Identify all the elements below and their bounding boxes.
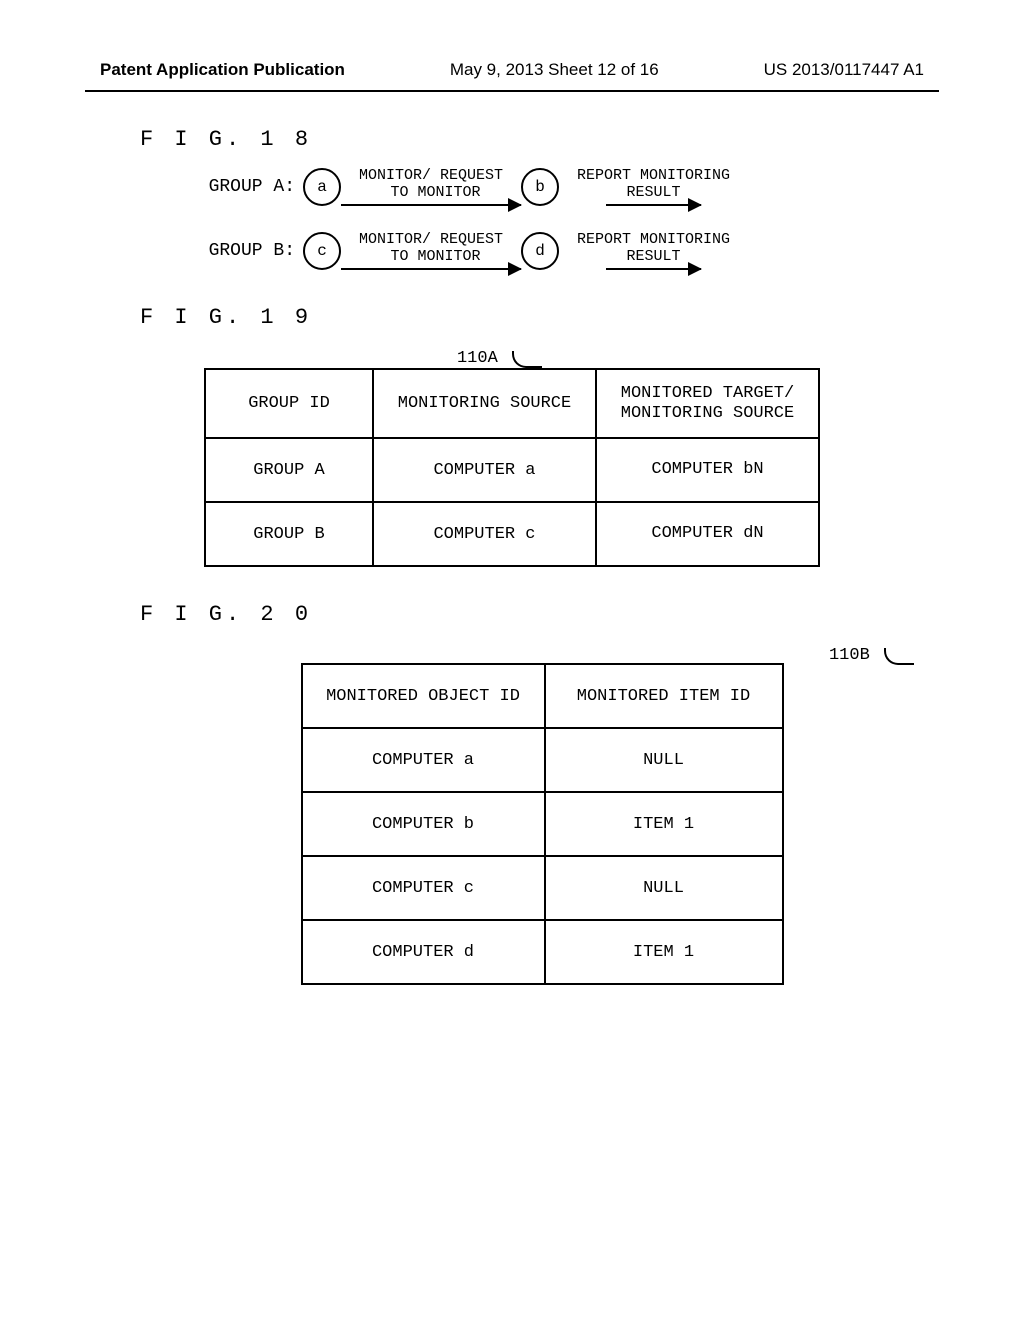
header-rule [85,90,939,92]
cell: GROUP A [205,438,373,502]
node-b: b [521,168,559,206]
fig20-label: F I G. 2 0 [140,602,1024,627]
cell: COMPUTER c [302,856,545,920]
fig19-ref: 110A [457,345,542,368]
group-a-label: GROUP A: [200,177,295,197]
cell: COMPUTER d [302,920,545,984]
arrow-d-out: REPORT MONITORING RESULT [577,231,730,270]
cell: COMPUTER c [373,502,596,566]
cell: COMPUTER bN [596,438,819,502]
arrow-c-to-d: MONITOR/ REQUEST TO MONITOR [341,231,521,270]
arrow-a-label: MONITOR/ REQUEST TO MONITOR [359,167,503,202]
fig19-wrap: 110A GROUP ID MONITORING SOURCE MONITORE… [0,345,1024,567]
fig20-wrap: 110B MONITORED OBJECT ID MONITORED ITEM … [60,642,1024,985]
fig20-h1: MONITORED OBJECT ID [302,664,545,728]
arrow-c-label: MONITOR/ REQUEST TO MONITOR [359,231,503,266]
fig20-ref-text: 110B [829,646,870,665]
cell: ITEM 1 [545,792,783,856]
fig18-label: F I G. 1 8 [140,127,1024,152]
fig20-h2: MONITORED ITEM ID [545,664,783,728]
header-left: Patent Application Publication [100,60,345,80]
cell: NULL [545,856,783,920]
header-right: US 2013/0117447 A1 [764,60,924,80]
page-header: Patent Application Publication May 9, 20… [0,0,1024,90]
fig19-h1: GROUP ID [205,369,373,438]
cell: GROUP B [205,502,373,566]
fig18-row-b: GROUP B: c MONITOR/ REQUEST TO MONITOR d… [200,231,1024,270]
fig19-label: F I G. 1 9 [140,305,1024,330]
cell: ITEM 1 [545,920,783,984]
node-c: c [303,232,341,270]
group-b-label: GROUP B: [200,241,295,261]
cell: COMPUTER a [373,438,596,502]
fig18-diagram: GROUP A: a MONITOR/ REQUEST TO MONITOR b… [200,167,1024,270]
fig20-ref: 110B [829,642,914,665]
arrow-a-to-b: MONITOR/ REQUEST TO MONITOR [341,167,521,206]
table-row: COMPUTER d ITEM 1 [302,920,783,984]
table-row: MONITORED OBJECT ID MONITORED ITEM ID [302,664,783,728]
table-row: COMPUTER b ITEM 1 [302,792,783,856]
table-row: COMPUTER a NULL [302,728,783,792]
header-mid: May 9, 2013 Sheet 12 of 16 [450,60,659,80]
fig19-ref-text: 110A [457,349,498,368]
cell: COMPUTER a [302,728,545,792]
fig20-table: MONITORED OBJECT ID MONITORED ITEM ID CO… [301,663,784,985]
node-d: d [521,232,559,270]
cell: COMPUTER b [302,792,545,856]
table-row: GROUP B COMPUTER c COMPUTER dN [205,502,819,566]
arrow-b-out: REPORT MONITORING RESULT [577,167,730,206]
table-row: COMPUTER c NULL [302,856,783,920]
cell: COMPUTER dN [596,502,819,566]
fig19-h3: MONITORED TARGET/ MONITORING SOURCE [596,369,819,438]
node-a: a [303,168,341,206]
table-row: GROUP ID MONITORING SOURCE MONITORED TAR… [205,369,819,438]
cell: NULL [545,728,783,792]
arrow-b-label: REPORT MONITORING RESULT [577,167,730,202]
fig18-row-a: GROUP A: a MONITOR/ REQUEST TO MONITOR b… [200,167,1024,206]
arrow-d-label: REPORT MONITORING RESULT [577,231,730,266]
ref-curve-icon [884,648,914,665]
fig19-table: GROUP ID MONITORING SOURCE MONITORED TAR… [204,368,820,567]
fig19-h2: MONITORING SOURCE [373,369,596,438]
table-row: GROUP A COMPUTER a COMPUTER bN [205,438,819,502]
ref-curve-icon [512,351,542,368]
